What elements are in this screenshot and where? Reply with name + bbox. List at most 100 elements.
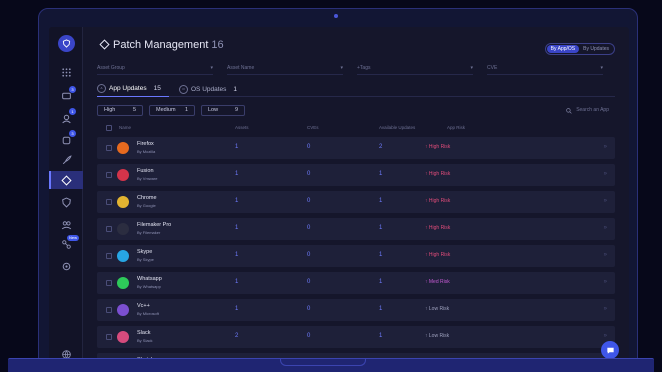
chrome-icon: [117, 196, 129, 208]
assets-count[interactable]: 2: [235, 333, 238, 339]
risk-text: High Risk: [428, 171, 451, 177]
chevron-right-icon[interactable]: »: [604, 225, 607, 231]
tags-label: +Tags: [357, 65, 371, 71]
updates-count[interactable]: 1: [379, 306, 382, 312]
toggle-by-updates[interactable]: By Updates: [579, 45, 613, 53]
assets-count[interactable]: 1: [235, 144, 238, 150]
app-name[interactable]: Skype: [137, 249, 152, 255]
col-name: Name: [119, 125, 132, 130]
table-row[interactable]: Filemaker Pro By Filemaker 1 0 1 ↑ High Risk »: [97, 218, 615, 240]
asset-group-label: Asset Group: [97, 65, 125, 71]
app-vendor: By Whatsapp: [137, 284, 161, 289]
page-title-text: Patch Management: [113, 39, 209, 51]
cves-count[interactable]: 0: [307, 279, 310, 285]
assets-count[interactable]: 1: [235, 171, 238, 177]
col-app-risk: App Risk: [447, 125, 466, 130]
laptop-notch: [280, 359, 366, 366]
updates-count[interactable]: 1: [379, 171, 382, 177]
search-box[interactable]: Search an App: [566, 105, 609, 116]
cves-count[interactable]: 0: [307, 144, 310, 150]
row-checkbox[interactable]: [106, 172, 112, 178]
app-name[interactable]: Firefox: [137, 141, 154, 147]
chevron-down-icon: ▾: [210, 65, 213, 71]
severity-chip-low[interactable]: Low 9: [201, 105, 245, 116]
chevron-down-icon: ▾: [470, 65, 473, 71]
select-all-checkbox[interactable]: [106, 125, 112, 131]
toggle-by-app-os[interactable]: By App/OS: [546, 45, 580, 53]
chevron-right-icon[interactable]: »: [604, 198, 607, 204]
app-name[interactable]: Whatsapp: [137, 276, 162, 282]
cves-count[interactable]: 0: [307, 306, 310, 312]
row-checkbox[interactable]: [106, 226, 112, 232]
cves-count[interactable]: 0: [307, 225, 310, 231]
row-checkbox[interactable]: [106, 334, 112, 340]
chat-button[interactable]: [601, 341, 619, 359]
assets-count[interactable]: 1: [235, 252, 238, 258]
updates-count[interactable]: 1: [379, 333, 382, 339]
search-icon: [566, 107, 572, 114]
assets-count[interactable]: 1: [235, 279, 238, 285]
search-input[interactable]: Search an App: [576, 105, 609, 116]
updates-count[interactable]: 1: [379, 225, 382, 231]
app-name[interactable]: Chrome: [137, 195, 157, 201]
chevron-right-icon[interactable]: »: [604, 279, 607, 285]
cves-count[interactable]: 0: [307, 333, 310, 339]
page-title-count: 16: [211, 39, 224, 51]
cve-label: CVE: [487, 65, 498, 71]
table-row[interactable]: Whatsapp By Whatsapp 1 0 1 ↑ Med Risk »: [97, 272, 615, 294]
patch-diamond-icon[interactable]: [59, 173, 73, 187]
updates-count[interactable]: 1: [379, 198, 382, 204]
severity-chip-high[interactable]: High 5: [97, 105, 143, 116]
tab-count: 15: [153, 85, 161, 92]
cves-count[interactable]: 0: [307, 252, 310, 258]
asset-name-select[interactable]: Asset Name ▾: [227, 61, 343, 75]
shield-icon[interactable]: [59, 195, 73, 209]
app-name[interactable]: Vc++: [137, 303, 150, 309]
settings-icon[interactable]: [59, 259, 73, 273]
app-name[interactable]: Slack: [137, 330, 150, 336]
risk-text: High Risk: [428, 225, 451, 231]
chevron-right-icon[interactable]: »: [604, 306, 607, 312]
tab-os-updates[interactable]: O OS Updates 1: [179, 81, 249, 97]
shield-logo-icon[interactable]: [58, 35, 75, 52]
row-checkbox[interactable]: [106, 307, 112, 313]
cves-count[interactable]: 0: [307, 171, 310, 177]
rocket-icon[interactable]: [59, 153, 73, 167]
cve-select[interactable]: CVE ▾: [487, 61, 603, 75]
row-checkbox[interactable]: [106, 199, 112, 205]
app-name[interactable]: Fusion: [137, 168, 154, 174]
row-checkbox[interactable]: [106, 280, 112, 286]
risk-text: High Risk: [428, 144, 451, 150]
table-row[interactable]: Firefox By Mozilla 1 0 2 ↑ High Risk »: [97, 137, 615, 159]
chevron-right-icon[interactable]: »: [604, 252, 607, 258]
tab-bar: A App Updates 15 O OS Updates 1: [97, 79, 615, 97]
view-toggle: By App/OS By Updates: [544, 43, 615, 55]
chevron-down-icon: ▾: [600, 65, 603, 71]
app-name[interactable]: Filemaker Pro: [137, 222, 171, 228]
table-row[interactable]: Chrome By Google 1 0 1 ↑ High Risk »: [97, 191, 615, 213]
table-row[interactable]: Slack By Slack 2 0 1 ↑ Low Risk »: [97, 326, 615, 348]
assets-count[interactable]: 1: [235, 306, 238, 312]
row-checkbox[interactable]: [106, 253, 112, 259]
updates-count[interactable]: 2: [379, 144, 382, 150]
asset-group-select[interactable]: Asset Group ▾: [97, 61, 213, 75]
cves-count[interactable]: 0: [307, 198, 310, 204]
assets-count[interactable]: 1: [235, 225, 238, 231]
table-row[interactable]: Fusion By Vmware 1 0 1 ↑ High Risk »: [97, 164, 615, 186]
chevron-right-icon[interactable]: »: [604, 171, 607, 177]
chip-label: Medium: [156, 107, 176, 113]
updates-count[interactable]: 1: [379, 279, 382, 285]
updates-count[interactable]: 1: [379, 252, 382, 258]
chevron-right-icon[interactable]: »: [604, 333, 607, 339]
table-row[interactable]: Skype By Skype 1 0 1 ↑ High Risk »: [97, 245, 615, 267]
grid-icon[interactable]: [59, 65, 73, 79]
chevron-right-icon[interactable]: »: [604, 144, 607, 150]
assets-count[interactable]: 1: [235, 198, 238, 204]
severity-chip-medium[interactable]: Medium 1: [149, 105, 195, 116]
tags-select[interactable]: +Tags ▾: [357, 61, 473, 75]
team-icon[interactable]: [59, 217, 73, 231]
row-checkbox[interactable]: [106, 145, 112, 151]
table-row[interactable]: Vc++ By Microsoft 1 0 1 ↑ Low Risk »: [97, 299, 615, 321]
tab-app-updates[interactable]: A App Updates 15: [97, 81, 169, 97]
patch-diamond-icon: [99, 39, 110, 50]
